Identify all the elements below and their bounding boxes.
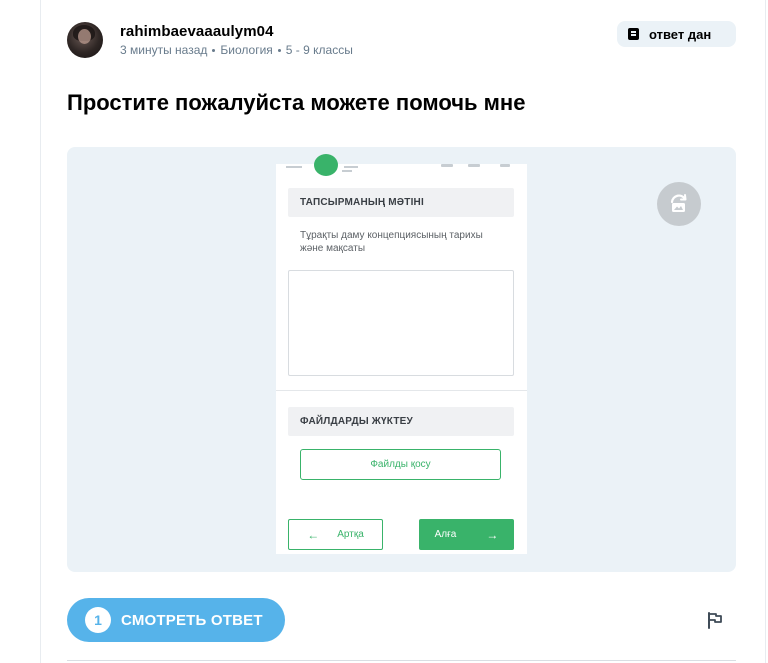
rotate-image-button[interactable] [657,182,701,226]
view-answer-label: СМОТРЕТЬ ОТВЕТ [121,611,263,629]
answered-icon [628,28,639,40]
attachment-screenshot: ТАПСЫРМАНЫҢ МӘТІНІ Тұрақты даму концепци… [276,154,527,554]
arrow-right-icon: → [486,527,499,542]
separator-dot [212,48,216,52]
divider [276,390,527,391]
flag-icon [708,612,722,629]
status-label: ответ дан [649,26,712,42]
arrow-left-icon: ← [307,527,320,542]
answer-count-badge: 1 [85,607,111,633]
back-button-label: Артқа [337,529,364,540]
question-title: Простите пожалуйста можете помочь мне [67,90,526,115]
app-logo-icon [314,154,338,176]
upload-header: ФАЙЛДАРДЫ ЖҮКТЕУ [288,407,514,436]
upload-file-button: Файлды қосу [300,449,501,480]
post-time: 3 минуты назад [120,43,208,57]
task-header: ТАПСЫРМАНЫҢ МӘТІНІ [288,188,514,217]
view-answer-button[interactable]: 1 СМОТРЕТЬ ОТВЕТ [67,598,285,642]
separator-dot [277,48,281,52]
question-attachment[interactable]: ТАПСЫРМАНЫҢ МӘТІНІ Тұрақты даму концепци… [67,147,736,572]
report-button[interactable] [704,609,726,631]
next-button: Алға → [419,519,514,550]
answer-textarea [288,270,514,376]
card-border-left [40,0,41,663]
task-text: Тұрақты даму концепциясының тарихы және … [300,230,483,254]
avatar[interactable] [67,22,103,58]
question-meta: 3 минуты назад Биология 5 - 9 классы [120,43,353,57]
rotate-icon [670,194,687,212]
next-button-label: Алға [434,529,457,540]
card-border-right [765,0,766,663]
author-username[interactable]: rahimbaevaaaulym04 [120,23,274,40]
divider [67,660,736,661]
menu-icon [286,166,302,168]
status-badge: ответ дан [617,21,736,47]
subject-link[interactable]: Биология [220,43,272,57]
back-button: ← Артқа [288,519,383,550]
grade-label: 5 - 9 классы [285,43,353,57]
